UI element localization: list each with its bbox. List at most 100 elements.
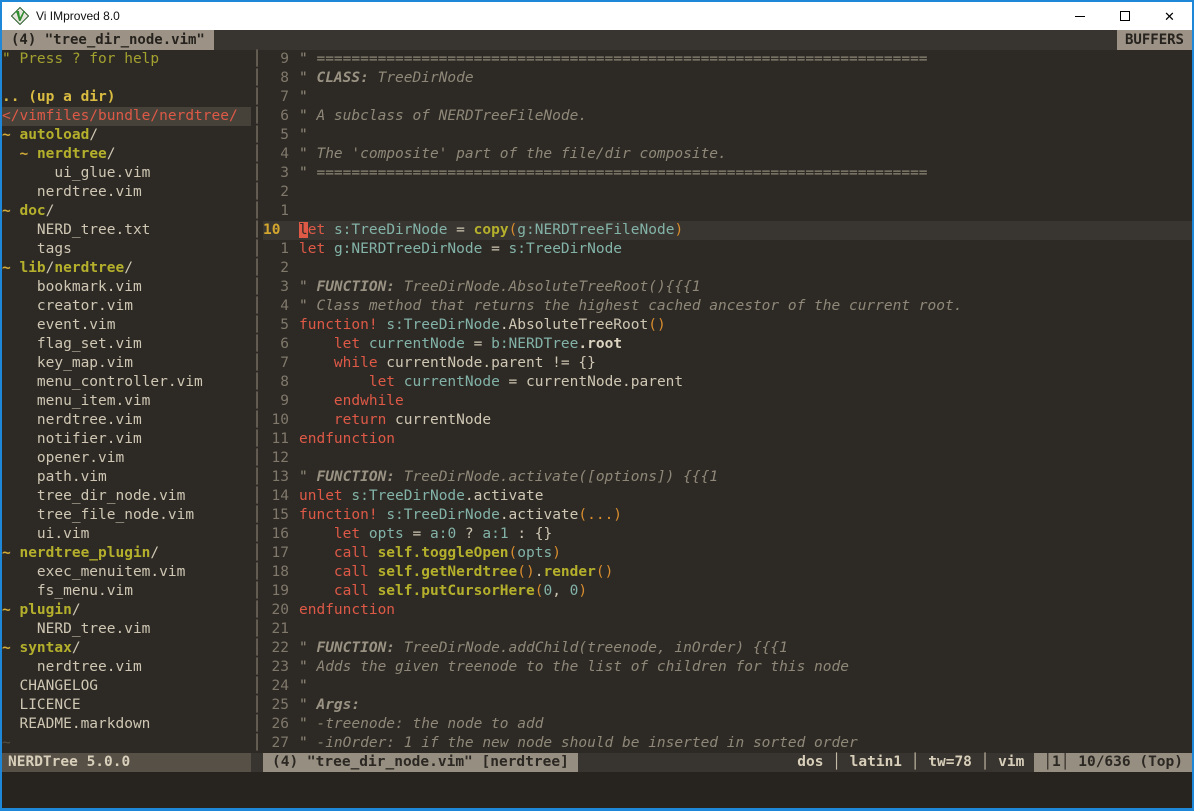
tree-item[interactable]: exec_menuitem.vim xyxy=(2,563,251,582)
syntax-n: currentNode.parent != {} xyxy=(378,355,596,371)
tree-item[interactable]: ~ nerdtree_plugin/ xyxy=(2,544,251,563)
code-line-text: let g:NERDTreeDirNode = s:TreeDirNode xyxy=(299,240,622,259)
tree-item[interactable]: key_map.vim xyxy=(2,354,251,373)
tree-item[interactable]: </vimfiles/bundle/nerdtree/ xyxy=(2,107,251,126)
tree-item[interactable]: ui.vim xyxy=(2,525,251,544)
code-line[interactable]: 19 call self.putCursorHere(0, 0) xyxy=(263,582,1192,601)
code-line[interactable]: 5" xyxy=(263,126,1192,145)
code-line[interactable]: 15function! s:TreeDirNode.activate(...) xyxy=(263,506,1192,525)
close-button[interactable]: ✕ xyxy=(1147,2,1192,30)
code-line[interactable]: 7" xyxy=(263,88,1192,107)
tree-item[interactable]: menu_item.vim xyxy=(2,392,251,411)
code-line[interactable]: 24" xyxy=(263,677,1192,696)
code-line[interactable]: 27" -inOrder: 1 if the new node should b… xyxy=(263,734,1192,753)
tree-item-text: ~ plugin/ xyxy=(2,601,81,620)
syntax-n xyxy=(299,393,334,409)
tree-item[interactable]: flag_set.vim xyxy=(2,335,251,354)
tree-item[interactable]: tree_file_node.vim xyxy=(2,506,251,525)
tree-item[interactable]: opener.vim xyxy=(2,449,251,468)
syntax-c: TreeDirNode.AbsoluteTreeRoot(){{{1 xyxy=(395,279,701,295)
syntax-file: nerdtree.vim xyxy=(2,184,142,200)
code-line[interactable]: 1 xyxy=(263,202,1192,221)
tree-item-text: README.markdown xyxy=(2,715,150,734)
syntax-d: ( xyxy=(509,545,518,561)
code-line[interactable]: 4" The 'composite' part of the file/dir … xyxy=(263,145,1192,164)
tree-item[interactable]: ~ doc/ xyxy=(2,202,251,221)
tree-item[interactable]: NERD_tree.vim xyxy=(2,620,251,639)
tree-item[interactable]: nerdtree.vim xyxy=(2,411,251,430)
tree-item[interactable]: ui_glue.vim xyxy=(2,164,251,183)
syntax-i: s:TreeDirNode xyxy=(351,488,465,504)
tree-item[interactable]: CHANGELOG xyxy=(2,677,251,696)
tree-item[interactable]: ~ syntax/ xyxy=(2,639,251,658)
syntax-k: endfunction xyxy=(299,602,395,618)
code-line[interactable]: 21 xyxy=(263,620,1192,639)
code-line[interactable]: 4" Class method that returns the highest… xyxy=(263,297,1192,316)
tree-item[interactable]: notifier.vim xyxy=(2,430,251,449)
code-line[interactable]: 1let g:NERDTreeDirNode = s:TreeDirNode xyxy=(263,240,1192,259)
syntax-n: / xyxy=(89,127,98,143)
tree-item[interactable]: ~ nerdtree/ xyxy=(2,145,251,164)
code-line[interactable]: 8 let currentNode = currentNode.parent xyxy=(263,373,1192,392)
syntax-file: event.vim xyxy=(2,317,116,333)
minimize-button[interactable] xyxy=(1057,2,1102,30)
code-line[interactable]: 20endfunction xyxy=(263,601,1192,620)
tree-item[interactable]: NERD_tree.txt xyxy=(2,221,251,240)
tree-item[interactable]: creator.vim xyxy=(2,297,251,316)
code-line[interactable]: 11endfunction xyxy=(263,430,1192,449)
code-line[interactable]: 9" =====================================… xyxy=(263,50,1192,69)
tree-item[interactable]: " Press ? for help xyxy=(2,50,251,69)
syntax-d: ) xyxy=(674,222,683,238)
tree-item[interactable]: LICENCE xyxy=(2,696,251,715)
tree-item[interactable]: tags xyxy=(2,240,251,259)
tree-item[interactable]: README.markdown xyxy=(2,715,251,734)
tree-item[interactable]: .. (up a dir) xyxy=(2,88,251,107)
syntax-c: " xyxy=(299,678,308,694)
code-line[interactable]: 10 return currentNode xyxy=(263,411,1192,430)
code-line[interactable]: 9 endwhile xyxy=(263,392,1192,411)
command-line[interactable] xyxy=(2,772,1192,808)
code-line[interactable]: 22" FUNCTION: TreeDirNode.addChild(treen… xyxy=(263,639,1192,658)
code-line[interactable]: 3" FUNCTION: TreeDirNode.AbsoluteTreeRoo… xyxy=(263,278,1192,297)
status-nerdtree-segment: NERDTree 5.0.0 xyxy=(2,753,251,772)
code-line[interactable]: 2 xyxy=(263,183,1192,202)
code-line[interactable]: 16 let opts = a:0 ? a:1 : {} xyxy=(263,525,1192,544)
code-line[interactable]: 12 xyxy=(263,449,1192,468)
code-line[interactable]: 14unlet s:TreeDirNode.activate xyxy=(263,487,1192,506)
status-separator-bar: │ xyxy=(823,753,849,772)
syntax-n: = xyxy=(404,526,430,542)
code-line[interactable]: 3" =====================================… xyxy=(263,164,1192,183)
tree-item[interactable]: nerdtree.vim xyxy=(2,183,251,202)
code-line[interactable]: 6 let currentNode = b:NERDTree.root xyxy=(263,335,1192,354)
code-line[interactable]: 25" Args: xyxy=(263,696,1192,715)
tree-item[interactable]: tree_dir_node.vim xyxy=(2,487,251,506)
tab-tree-dir-node[interactable]: (4) "tree_dir_node.vim" xyxy=(2,30,214,50)
tree-item[interactable]: path.vim xyxy=(2,468,251,487)
tree-item[interactable]: nerdtree.vim xyxy=(2,658,251,677)
code-line[interactable]: 23" Adds the given treenode to the list … xyxy=(263,658,1192,677)
tree-item[interactable] xyxy=(2,69,251,88)
code-line[interactable]: 7 while currentNode.parent != {} xyxy=(263,354,1192,373)
code-line-text: call self.toggleOpen(opts) xyxy=(299,544,561,563)
tree-item[interactable]: ~ plugin/ xyxy=(2,601,251,620)
code-line[interactable]: 5function! s:TreeDirNode.AbsoluteTreeRoo… xyxy=(263,316,1192,335)
code-line[interactable]: 26" -treenode: the node to add xyxy=(263,715,1192,734)
tree-item[interactable]: fs_menu.vim xyxy=(2,582,251,601)
tree-item[interactable]: bookmark.vim xyxy=(2,278,251,297)
split-separator[interactable]: │││││││││││││││││││││││││││││││││││││ xyxy=(251,50,263,753)
tree-item[interactable]: ~ xyxy=(2,734,251,753)
code-line[interactable]: 13" FUNCTION: TreeDirNode.activate([opti… xyxy=(263,468,1192,487)
tree-item[interactable]: ~ lib/nerdtree/ xyxy=(2,259,251,278)
syntax-n: / xyxy=(124,260,133,276)
code-line[interactable]: 10let s:TreeDirNode = copy(g:NERDTreeFil… xyxy=(263,221,1192,240)
syntax-file: nerdtree.vim xyxy=(2,659,142,675)
code-line[interactable]: 2 xyxy=(263,259,1192,278)
code-line[interactable]: 6" A subclass of NERDTreeFileNode. xyxy=(263,107,1192,126)
code-line[interactable]: 8" CLASS: TreeDirNode xyxy=(263,69,1192,88)
maximize-button[interactable] xyxy=(1102,2,1147,30)
code-line[interactable]: 18 call self.getNerdtree().render() xyxy=(263,563,1192,582)
tree-item[interactable]: event.vim xyxy=(2,316,251,335)
code-line[interactable]: 17 call self.toggleOpen(opts) xyxy=(263,544,1192,563)
tree-item[interactable]: ~ autoload/ xyxy=(2,126,251,145)
tree-item[interactable]: menu_controller.vim xyxy=(2,373,251,392)
